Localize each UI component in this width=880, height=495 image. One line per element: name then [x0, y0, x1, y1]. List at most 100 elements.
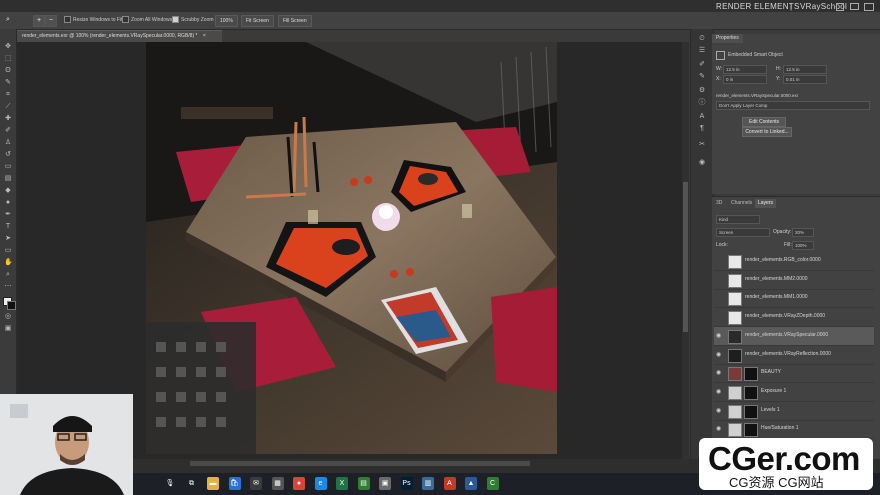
- store-icon[interactable]: 🛍: [228, 477, 241, 490]
- scrollbar-thumb[interactable]: [683, 182, 688, 332]
- layer-row[interactable]: render_elements.MM1.0000: [714, 289, 874, 309]
- zoom-out-icon[interactable]: −: [45, 15, 57, 27]
- layer-mask-thumbnail[interactable]: [744, 367, 758, 382]
- visibility-eye-icon[interactable]: ◉: [716, 370, 723, 376]
- marquee-tool-icon[interactable]: ⬚: [4, 55, 12, 63]
- type-tool-icon[interactable]: T: [4, 223, 12, 231]
- visibility-eye-icon[interactable]: [716, 314, 723, 320]
- camtasia-icon[interactable]: C: [486, 477, 499, 490]
- screen-mode-icon[interactable]: [864, 3, 874, 11]
- screen-mode-tool-icon[interactable]: ▣: [4, 325, 12, 333]
- move-tool-icon[interactable]: ✥: [4, 43, 12, 51]
- visibility-eye-icon[interactable]: [716, 277, 723, 283]
- eraser-tool-icon[interactable]: ▭: [4, 163, 12, 171]
- visibility-eye-icon[interactable]: ◉: [716, 426, 723, 432]
- brushes-icon[interactable]: ✎: [698, 73, 706, 81]
- tab-layers[interactable]: Layers: [755, 199, 777, 208]
- history-brush-icon[interactable]: ↺: [4, 151, 12, 159]
- healing-tool-icon[interactable]: ✚: [4, 115, 12, 123]
- layer-mask-thumbnail[interactable]: [744, 385, 758, 400]
- pen-tool-icon[interactable]: ✒: [4, 211, 12, 219]
- width-field[interactable]: 12.5 in: [723, 65, 767, 74]
- document-tab[interactable]: render_elements.exr @ 100% (render_eleme…: [17, 30, 222, 42]
- layer-comp-select[interactable]: Don't Apply Layer Comp: [716, 101, 870, 110]
- properties-tab[interactable]: Properties: [712, 34, 743, 43]
- workspace-icon[interactable]: [850, 3, 859, 10]
- x-field[interactable]: 0 in: [723, 75, 767, 84]
- vertical-scrollbar[interactable]: [682, 42, 689, 460]
- tools-preset-icon[interactable]: ✂: [698, 141, 706, 149]
- close-tab-icon[interactable]: ×: [203, 33, 206, 39]
- brush-tool-icon[interactable]: ✐: [4, 127, 12, 135]
- blend-mode-select[interactable]: Screen: [716, 228, 770, 237]
- shape-tool-icon[interactable]: ▭: [4, 247, 12, 255]
- acrobat-icon[interactable]: A: [443, 477, 456, 490]
- search-icon[interactable]: [836, 3, 844, 11]
- lasso-tool-icon[interactable]: ʘ: [4, 67, 12, 75]
- history-icon[interactable]: ⏲: [698, 35, 706, 43]
- app-icon[interactable]: ▤: [357, 477, 370, 490]
- layer-mask-thumbnail[interactable]: [744, 423, 758, 438]
- visibility-eye-icon[interactable]: ◉: [716, 352, 723, 358]
- quick-mask-icon[interactable]: ◎: [4, 313, 12, 321]
- layer-row[interactable]: ◉ render_elements.VRaySpecular.0000: [714, 326, 874, 346]
- tab-channels[interactable]: Channels: [728, 199, 755, 208]
- layer-row[interactable]: ◉ Levels 1: [714, 402, 874, 421]
- more-tools-icon[interactable]: ⋯: [4, 283, 12, 291]
- eyedropper-tool-icon[interactable]: ⟋: [4, 103, 12, 111]
- layer-row[interactable]: render_elements.RGB_color.0000: [714, 252, 874, 271]
- layer-row[interactable]: ◉ Hue/Saturation 1: [714, 420, 874, 440]
- properties-icon[interactable]: ☰: [698, 47, 706, 55]
- gradient-tool-icon[interactable]: ▤: [4, 175, 12, 183]
- 3d-icon[interactable]: ◉: [698, 159, 706, 167]
- visibility-eye-icon[interactable]: ◉: [716, 408, 723, 414]
- character-icon[interactable]: A: [698, 113, 706, 121]
- layer-row[interactable]: ◉ BEAUTY: [714, 364, 874, 384]
- edit-contents-button[interactable]: Edit Contents: [742, 117, 786, 127]
- layer-mask-thumbnail[interactable]: [744, 404, 758, 419]
- filter-kind-select[interactable]: Kind: [716, 215, 760, 224]
- brush-settings-icon[interactable]: ✐: [698, 61, 706, 69]
- layer-row[interactable]: ◉ Exposure 1: [714, 383, 874, 402]
- calculator-icon[interactable]: ▦: [271, 477, 284, 490]
- zoom-in-icon[interactable]: +: [33, 15, 45, 27]
- paragraph-icon[interactable]: ¶: [698, 125, 706, 133]
- zoom-100-button[interactable]: 100%: [215, 15, 238, 27]
- excel-icon[interactable]: X: [336, 477, 348, 490]
- info-icon[interactable]: ⓘ: [698, 99, 706, 107]
- task-view-icon[interactable]: ⧉: [185, 477, 198, 490]
- visibility-eye-icon[interactable]: [716, 295, 723, 301]
- layer-row[interactable]: render_elements.VRayZDepth.0000: [714, 308, 874, 328]
- crop-tool-icon[interactable]: ⌗: [4, 91, 12, 99]
- hand-tool-icon[interactable]: ✋: [4, 259, 13, 267]
- convert-linked-button[interactable]: Convert to Linked...: [742, 127, 792, 137]
- height-field[interactable]: 12.5 in: [783, 65, 827, 74]
- layer-row[interactable]: ◉ render_elements.VRayReflection.0000: [714, 346, 874, 365]
- layer-row[interactable]: render_elements.MM2.0000: [714, 271, 874, 290]
- y-field[interactable]: 0.01 in: [783, 75, 827, 84]
- tab-3d[interactable]: 3D: [713, 199, 725, 208]
- app-icon-2[interactable]: ▣: [379, 477, 391, 490]
- path-select-icon[interactable]: ➤: [4, 235, 12, 243]
- blur-tool-icon[interactable]: ◆: [4, 187, 12, 195]
- scrubby-zoom-checkbox[interactable]: Scrubby Zoom: [172, 16, 214, 24]
- mic-icon[interactable]: 🎙: [164, 477, 176, 490]
- horizontal-scrollbar[interactable]: [190, 461, 530, 466]
- quick-select-tool-icon[interactable]: ✎: [4, 79, 12, 87]
- zoom-all-checkbox[interactable]: Zoom All Windows: [122, 16, 172, 24]
- chrome-icon[interactable]: ●: [293, 477, 305, 490]
- visibility-eye-icon[interactable]: ◉: [716, 389, 723, 395]
- mail-icon[interactable]: ✉: [250, 477, 262, 490]
- edge-icon[interactable]: e: [314, 477, 327, 490]
- fill-field[interactable]: 100%: [792, 241, 814, 250]
- zoom-tool-sidebar-icon[interactable]: ⌕: [4, 271, 12, 279]
- opacity-field[interactable]: 20%: [792, 228, 814, 237]
- resize-windows-checkbox[interactable]: Resize Windows to Fit: [64, 16, 122, 24]
- app-icon-3[interactable]: ▥: [422, 477, 434, 490]
- dodge-tool-icon[interactable]: ●: [4, 199, 12, 207]
- clone-source-icon[interactable]: ⚙: [698, 87, 706, 95]
- background-color-swatch[interactable]: [7, 301, 16, 310]
- file-explorer-icon[interactable]: ▬: [207, 477, 219, 490]
- photos-icon[interactable]: ▲: [465, 477, 477, 490]
- render-canvas-image[interactable]: [146, 42, 557, 454]
